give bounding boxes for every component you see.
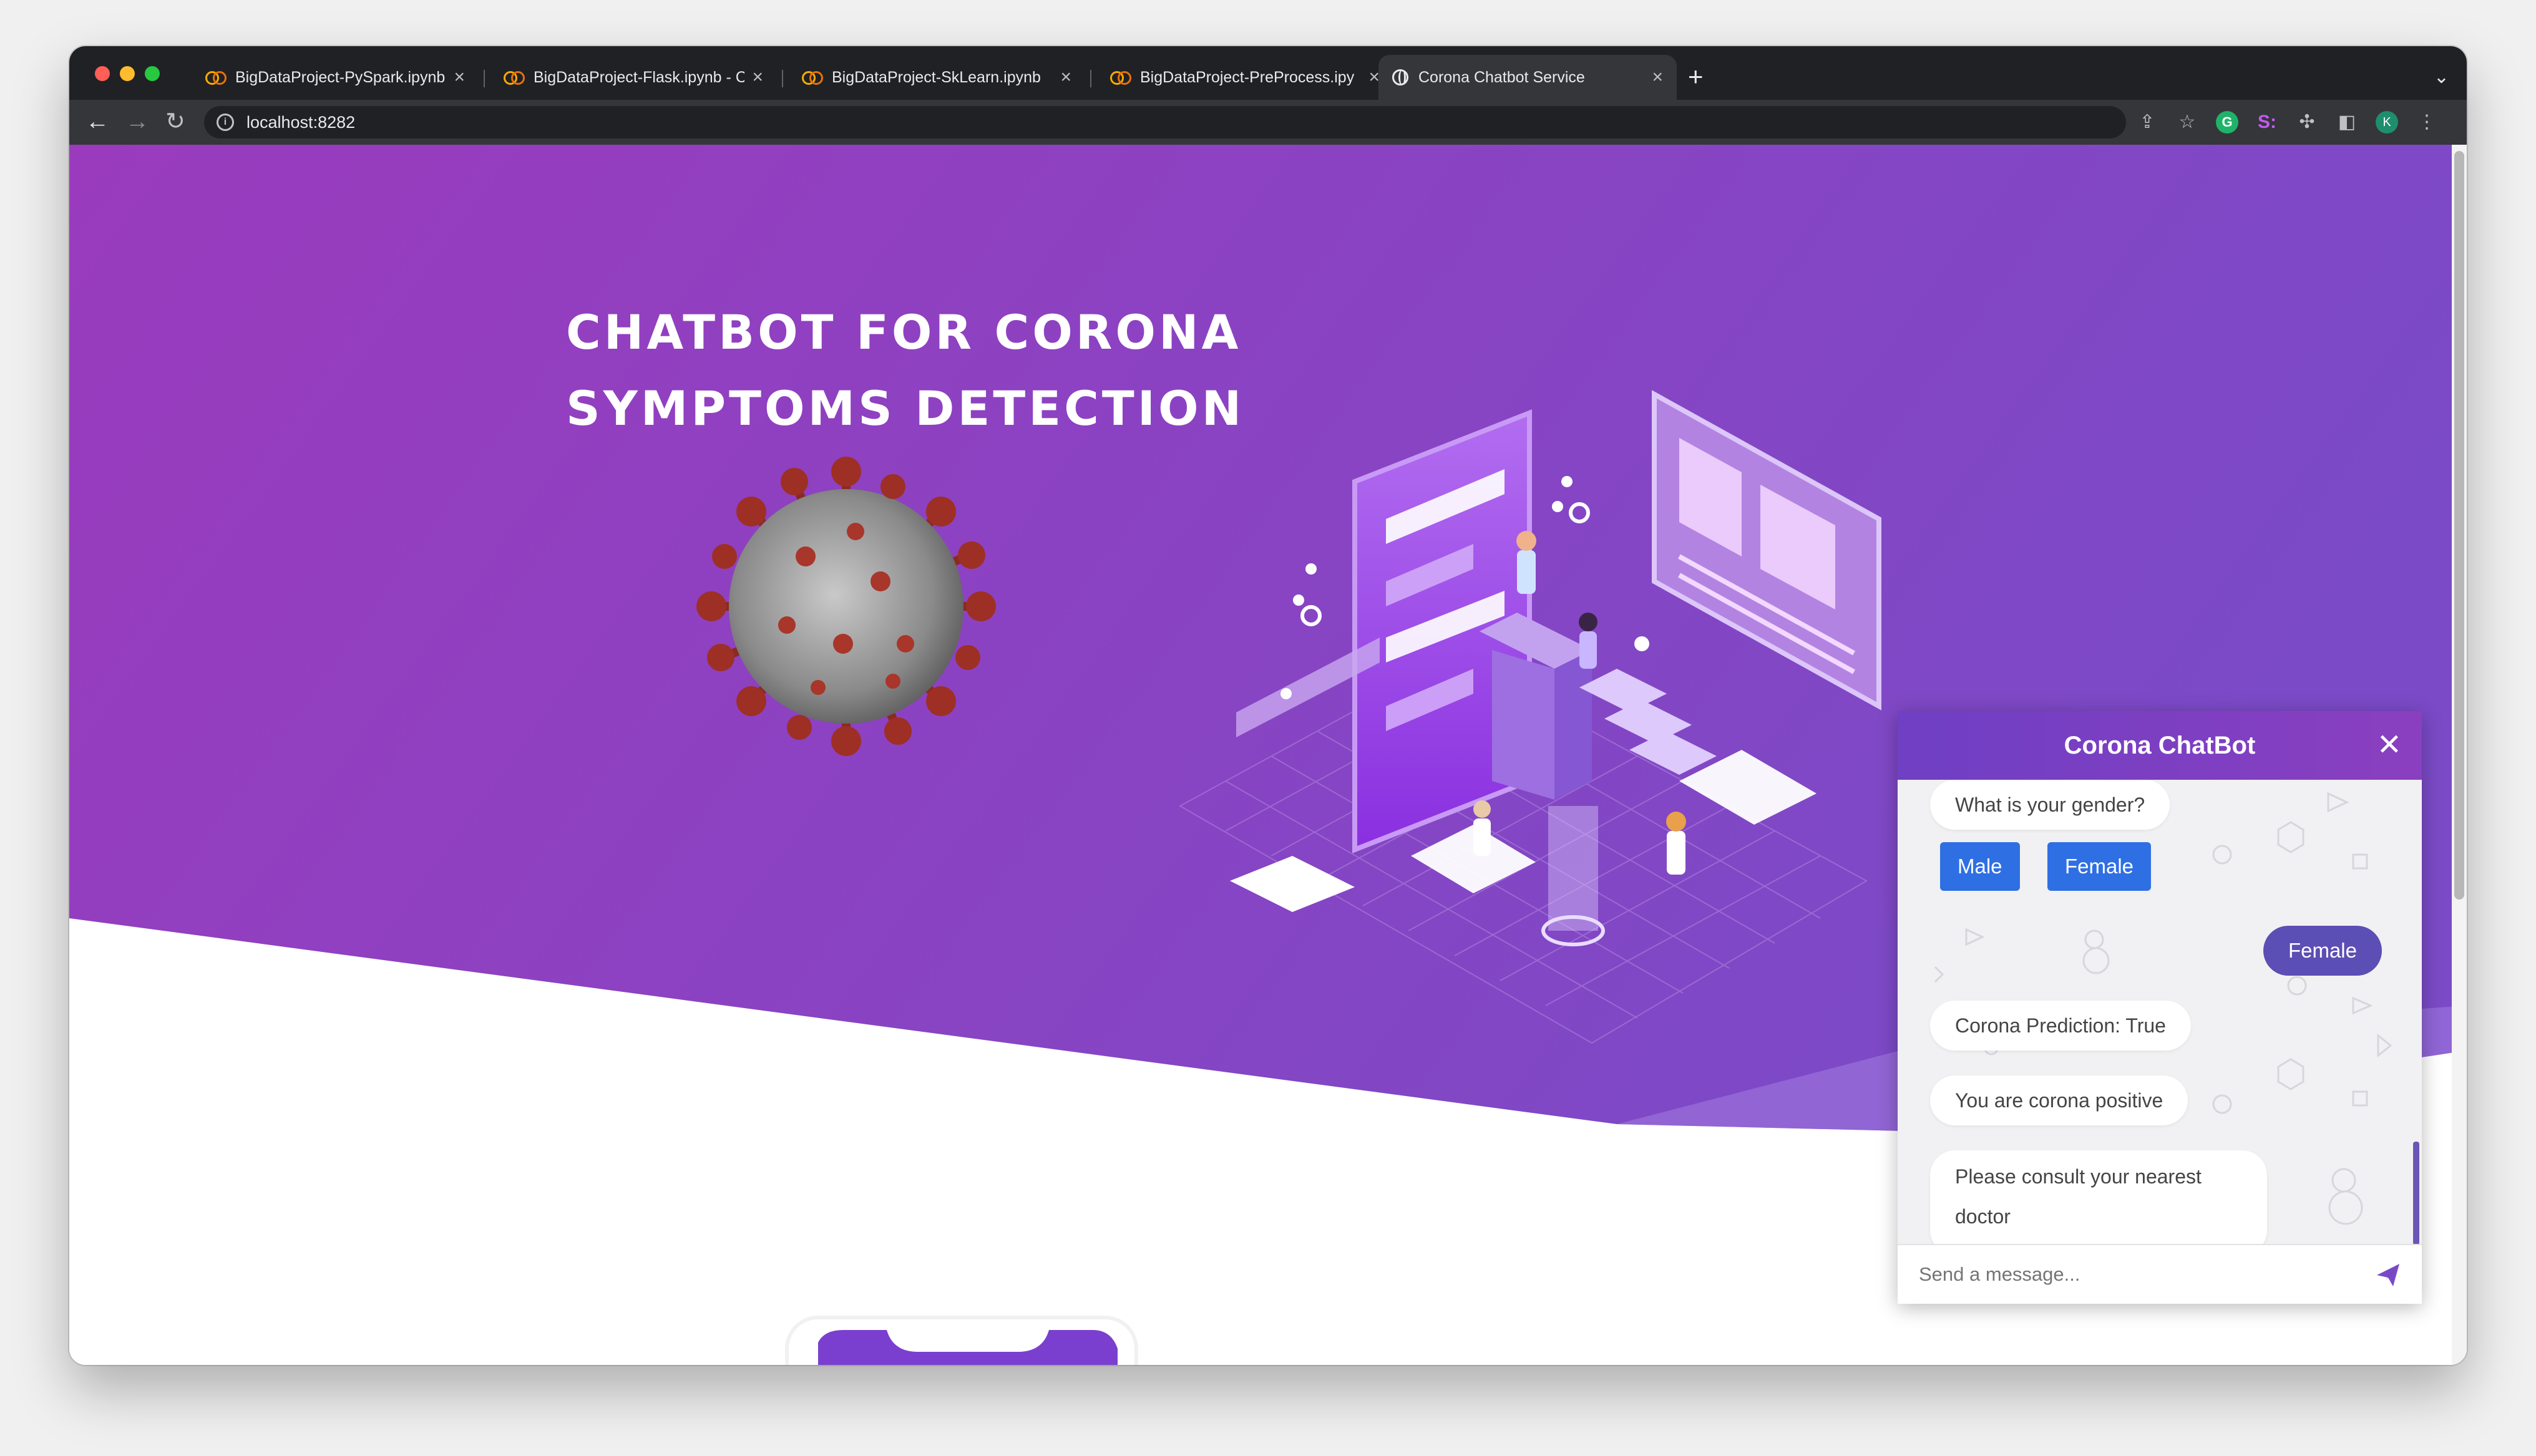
chat-messages[interactable]: What is your gender? Male Female Female …	[1898, 780, 2422, 1245]
bot-message: Please consult your nearest doctor	[1930, 1150, 2267, 1245]
chatbot-close-icon[interactable]: ✕	[2377, 729, 2402, 762]
message-input[interactable]	[1918, 1263, 2344, 1286]
zoom-window-button[interactable]	[145, 66, 160, 81]
tab-title: BigDataProject-PySpark.ipynb	[235, 68, 446, 86]
tab-title: BigDataProject-Flask.ipynb - C	[534, 68, 745, 86]
new-tab-button[interactable]: +	[1688, 64, 1704, 90]
chatbot-title: Corona ChatBot	[2064, 731, 2256, 759]
share-icon[interactable]: ⇪	[2136, 111, 2158, 133]
side-panel-icon[interactable]: ◧	[2336, 111, 2358, 133]
tab-pyspark[interactable]: BigDataProject-PySpark.ipynb ×	[192, 55, 479, 100]
chatbot-header: Corona ChatBot ✕	[1898, 711, 2422, 780]
tab-close-icon[interactable]: ×	[454, 67, 465, 88]
user-message: Female	[2263, 926, 2382, 976]
site-info-icon[interactable]: i	[217, 114, 234, 131]
browser-menu-icon[interactable]: ⋮	[2416, 111, 2438, 133]
chat-scrollbar[interactable]	[2413, 1142, 2419, 1245]
browser-window: BigDataProject-PySpark.ipynb × BigDataPr…	[69, 46, 2467, 1365]
colab-icon	[504, 71, 525, 85]
forward-arrow-icon[interactable]: →	[125, 107, 149, 136]
coronavirus-image	[696, 457, 996, 756]
bookmark-star-icon[interactable]: ☆	[2176, 111, 2198, 133]
tab-title: BigDataProject-PreProcess.ipy	[1140, 68, 1355, 86]
hero-title: Chatbot for Corona Symptoms Detection	[566, 294, 1252, 447]
colab-icon	[205, 71, 227, 85]
bot-message: You are corona positive	[1930, 1075, 2188, 1125]
hero-title-line-1: Chatbot for Corona	[566, 304, 1242, 360]
page-scrollbar-track[interactable]	[2452, 145, 2467, 1365]
bot-message: What is your gender?	[1930, 780, 2170, 830]
tab-strip: BigDataProject-PySpark.ipynb × BigDataPr…	[69, 46, 2467, 100]
address-bar[interactable]: i localhost:8282	[204, 106, 2126, 138]
tab-title: BigDataProject-SkLearn.ipynb	[832, 68, 1041, 86]
tab-sklearn[interactable]: BigDataProject-SkLearn.ipynb ×	[788, 55, 1085, 100]
browser-toolbar: ← → ↻ i localhost:8282 ⇪ ☆ G S: ✣ ◧ K ⋮	[69, 100, 2467, 145]
option-female-button[interactable]: Female	[2047, 842, 2152, 891]
tab-divider	[782, 70, 783, 87]
hero-title-line-2: Symptoms Detection	[566, 381, 1245, 436]
tab-title: Corona Chatbot Service	[1418, 68, 1585, 86]
tab-close-icon[interactable]: ×	[752, 67, 763, 88]
option-male-button[interactable]: Male	[1940, 842, 2020, 891]
page-scrollbar-thumb[interactable]	[2454, 151, 2464, 900]
extensions-puzzle-icon[interactable]: ✣	[2296, 111, 2318, 133]
tab-close-icon[interactable]: ×	[1652, 67, 1663, 88]
tab-preprocess[interactable]: BigDataProject-PreProcess.ipy ×	[1096, 55, 1393, 100]
profile-avatar[interactable]: K	[2376, 111, 2398, 133]
tab-divider	[484, 70, 485, 87]
url-text: localhost:8282	[246, 112, 356, 132]
s-extension-icon[interactable]: S:	[2256, 111, 2278, 133]
tab-divider	[1090, 70, 1091, 87]
page-content: Chatbot for Corona Symptoms Detection Co…	[69, 145, 2467, 1365]
tab-corona-chatbot[interactable]: Corona Chatbot Service ×	[1378, 55, 1677, 100]
reload-icon[interactable]: ↻	[165, 107, 185, 136]
close-window-button[interactable]	[95, 66, 110, 81]
tab-close-icon[interactable]: ×	[1060, 67, 1071, 88]
back-arrow-icon[interactable]: ←	[85, 107, 109, 136]
minimize-window-button[interactable]	[120, 66, 135, 81]
globe-icon	[1392, 69, 1408, 85]
colab-icon	[802, 71, 823, 85]
chatbot-widget: Corona ChatBot ✕ What is your gender? Ma…	[1898, 711, 2422, 1304]
bot-message: Corona Prediction: True	[1930, 1001, 2191, 1051]
chat-input-bar	[1898, 1244, 2422, 1304]
colab-icon	[1110, 71, 1131, 85]
tab-search-chevron-icon[interactable]: ⌄	[2434, 66, 2449, 88]
send-icon[interactable]	[2374, 1261, 2402, 1289]
tab-flask[interactable]: BigDataProject-Flask.ipynb - C ×	[490, 55, 777, 100]
grammarly-extension-icon[interactable]: G	[2216, 111, 2238, 133]
